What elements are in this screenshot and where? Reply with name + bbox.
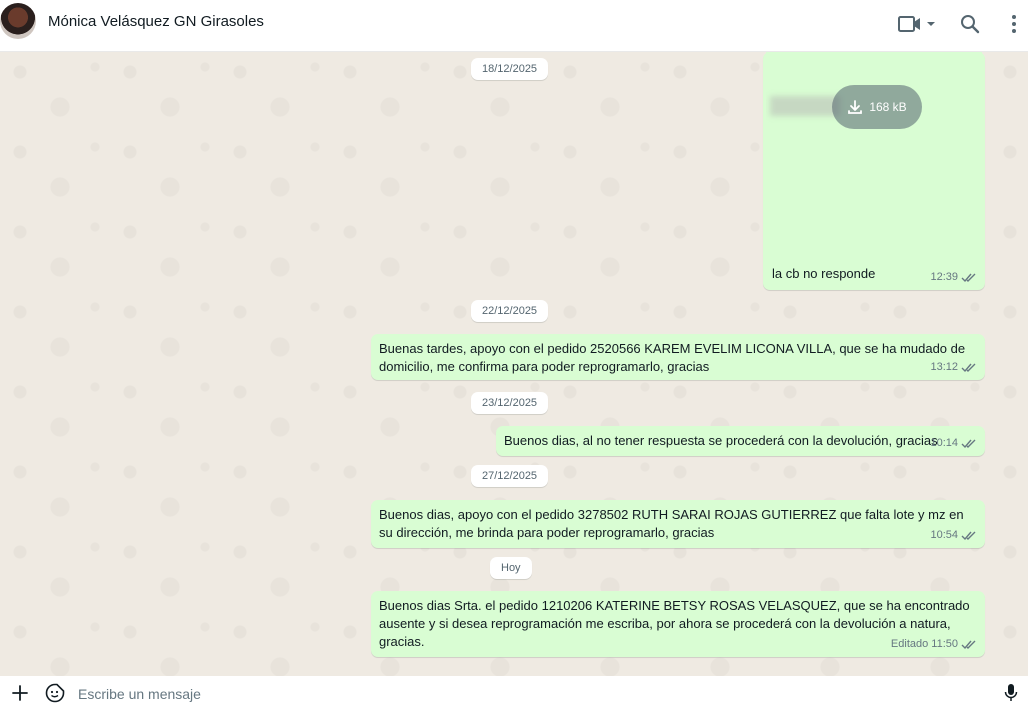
date-separator: Hoy <box>490 557 532 579</box>
date-separator: 18/12/2025 <box>471 58 549 80</box>
download-button[interactable]: 168 kB <box>832 85 922 129</box>
message-time: 13:12 <box>930 361 958 373</box>
message-input[interactable] <box>78 682 978 706</box>
message-meta: 12:39 <box>930 268 977 286</box>
blurred-thumbnail <box>770 96 840 116</box>
image-caption: la cb no responde <box>772 266 876 281</box>
outgoing-message[interactable]: Buenas tardes, apoyo con el pedido 25205… <box>371 334 985 380</box>
video-call-button[interactable] <box>897 12 939 36</box>
double-check-icon <box>961 531 976 540</box>
message-text: Buenas tardes, apoyo con el pedido 25205… <box>379 341 966 374</box>
attach-button[interactable] <box>10 681 30 705</box>
plus-icon <box>12 685 28 701</box>
outgoing-message[interactable]: Buenos dias, apoyo con el pedido 3278502… <box>371 500 985 548</box>
date-separator: 23/12/2025 <box>471 392 549 414</box>
double-check-icon <box>961 273 976 282</box>
double-check-icon <box>961 640 976 649</box>
chat-header: Mónica Velásquez GN Girasoles <box>0 0 1028 52</box>
emoji-sticker-icon <box>45 683 65 703</box>
message-text: Buenos dias, al no tener respuesta se pr… <box>504 433 938 448</box>
search-button[interactable] <box>958 12 982 36</box>
image-preview[interactable]: 168 kB <box>766 52 982 257</box>
emoji-button[interactable] <box>44 681 66 705</box>
date-separator: 22/12/2025 <box>471 300 549 322</box>
message-meta: 13:12 <box>930 358 977 376</box>
message-time: Editado 11:50 <box>890 638 958 650</box>
voice-message-button[interactable] <box>1000 681 1022 705</box>
message-text: Buenos dias, apoyo con el pedido 3278502… <box>379 507 964 540</box>
message-composer <box>0 676 1028 711</box>
search-icon <box>961 15 980 34</box>
image-message-bubble[interactable]: 168 kB la cb no responde 12:39 <box>763 52 985 290</box>
message-text: Buenos dias Srta. el pedido 1210206 KATE… <box>379 598 970 649</box>
microphone-icon <box>1004 684 1018 701</box>
contact-avatar[interactable] <box>0 3 36 39</box>
message-meta: 10:54 <box>930 526 977 544</box>
download-icon <box>848 100 863 114</box>
date-separator: 27/12/2025 <box>471 465 549 487</box>
message-meta: Editado 11:50 <box>891 635 977 653</box>
contact-name[interactable]: Mónica Velásquez GN Girasoles <box>48 13 264 30</box>
double-check-icon <box>961 363 976 372</box>
double-check-icon <box>961 439 976 448</box>
kebab-menu-icon <box>1012 15 1016 33</box>
message-time: 12:39 <box>930 271 958 283</box>
download-size: 168 kB <box>869 100 907 114</box>
video-call-icon <box>898 16 935 32</box>
outgoing-message[interactable]: Buenos dias Srta. el pedido 1210206 KATE… <box>371 591 985 657</box>
message-time: 10:54 <box>930 529 958 541</box>
outgoing-message[interactable]: Buenos dias, al no tener respuesta se pr… <box>496 426 985 456</box>
message-meta: 10:14 <box>930 434 977 452</box>
chat-messages-area[interactable]: 168 kB la cb no responde 12:39 18/12/202… <box>0 52 1028 676</box>
message-time: 10:14 <box>930 437 958 449</box>
menu-button[interactable] <box>1002 12 1026 36</box>
